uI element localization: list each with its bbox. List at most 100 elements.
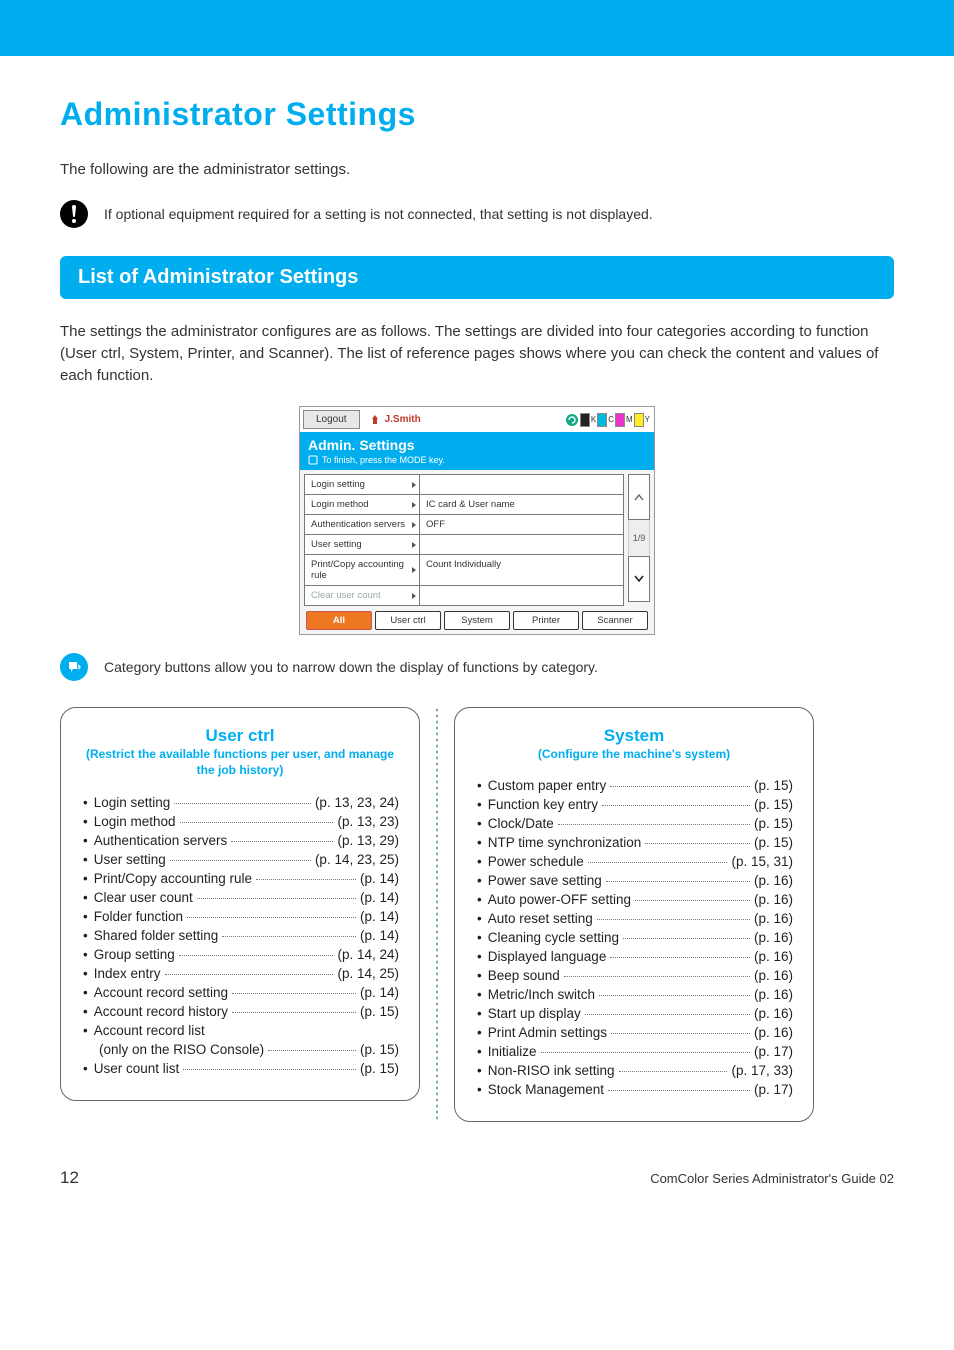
settings-list: Login settingLogin methodIC card & User … (304, 474, 624, 606)
toc-item: •Start up display(p. 16) (475, 1006, 793, 1021)
toc-label: Non-RISO ink setting (488, 1063, 615, 1078)
leader-dots (232, 1012, 356, 1013)
toc-item: • Group setting (p. 14, 24) (81, 947, 399, 962)
toc-page: (p. 15) (754, 797, 793, 812)
user-name: J.Smith (385, 414, 421, 425)
panels-row: User ctrl (Restrict the available functi… (60, 707, 894, 1122)
settings-row-value (420, 475, 623, 494)
toc-page: (p. 15) (754, 835, 793, 850)
toc-item: •Displayed language(p. 16) (475, 949, 793, 964)
logout-button[interactable]: Logout (303, 410, 360, 429)
toc-label: Stock Management (488, 1082, 604, 1097)
toc-page: (p. 14) (360, 928, 399, 943)
doc-label: ComColor Series Administrator's Guide 02 (650, 1171, 894, 1186)
toc-page: (p. 13, 23) (337, 814, 399, 829)
settings-row-value: IC card & User name (420, 495, 623, 514)
settings-row-value (420, 586, 623, 605)
toc-label: Start up display (488, 1006, 581, 1021)
toc-item: •Function key entry(p. 15) (475, 797, 793, 812)
toc-label: Power schedule (488, 854, 584, 869)
toc-page: (p. 14, 25) (337, 966, 399, 981)
bullet-icon: • (83, 1023, 88, 1038)
toc-label: Authentication servers (94, 833, 228, 848)
toc-label: (only on the RISO Console) (99, 1042, 264, 1057)
leader-dots (588, 862, 728, 863)
tab-system[interactable]: System (444, 611, 510, 630)
leader-dots (180, 822, 334, 823)
toc-item: •Auto reset setting(p. 16) (475, 911, 793, 926)
toc-item: •Clear user count(p. 14) (81, 890, 399, 905)
toc-item: •Metric/Inch switch(p. 16) (475, 987, 793, 1002)
bullet-icon: • (83, 966, 88, 981)
toc-page: (p. 14) (360, 890, 399, 905)
toc-label: Metric/Inch switch (488, 987, 595, 1002)
settings-row[interactable]: Login setting (305, 475, 623, 495)
toc-item: (only on the RISO Console) (p. 15) (81, 1042, 399, 1057)
settings-row[interactable]: User setting (305, 535, 623, 555)
settings-row[interactable]: Login methodIC card & User name (305, 495, 623, 515)
tab-scanner[interactable]: Scanner (582, 611, 648, 630)
toc-label: User count list (94, 1061, 180, 1076)
toc-page: (p. 15) (360, 1042, 399, 1057)
settings-row[interactable]: Print/Copy accounting ruleCount Individu… (305, 555, 623, 586)
intro-text: The following are the administrator sett… (60, 161, 894, 178)
leader-dots (645, 843, 750, 844)
tab-user-ctrl[interactable]: User ctrl (375, 611, 441, 630)
toc-item: •NTP time synchronization(p. 15) (475, 835, 793, 850)
user-indicator: J.Smith (363, 407, 427, 432)
toc-page: (p. 14) (360, 871, 399, 886)
chevron-right-icon (412, 502, 416, 508)
leader-dots (222, 936, 356, 937)
scroll-down-button[interactable] (628, 556, 650, 602)
toc-page: (p. 14, 24) (337, 947, 399, 962)
leader-dots (197, 898, 356, 899)
toc-label: Beep sound (488, 968, 560, 983)
leader-dots (231, 841, 333, 842)
toc-item: •Account record history(p. 15) (81, 1004, 399, 1019)
toc-label: Initialize (488, 1044, 537, 1059)
toc-item: •Folder function(p. 14) (81, 909, 399, 924)
leader-dots (608, 1090, 750, 1091)
toc-label: Login setting (94, 795, 171, 810)
bullet-icon: • (83, 909, 88, 924)
bullet-icon: • (477, 1006, 482, 1021)
bullet-icon: • (83, 1004, 88, 1019)
page-footer: 12 ComColor Series Administrator's Guide… (60, 1168, 894, 1188)
leader-dots (174, 803, 311, 804)
section-heading: List of Administrator Settings (60, 256, 894, 299)
tab-all[interactable]: All (306, 611, 372, 630)
screen-title: Admin. Settings (300, 432, 654, 455)
leader-dots (635, 900, 750, 901)
toc-item: •Power schedule(p. 15, 31) (475, 854, 793, 869)
ink-y-icon (634, 413, 644, 427)
scroll-up-button[interactable] (628, 474, 650, 520)
chevron-right-icon (412, 542, 416, 548)
bullet-icon: • (477, 987, 482, 1002)
page-title: Administrator Settings (60, 96, 894, 133)
section-body: The settings the administrator configure… (60, 321, 894, 386)
tab-printer[interactable]: Printer (513, 611, 579, 630)
toc-label: Displayed language (488, 949, 607, 964)
toc-page: (p. 13, 23, 24) (315, 795, 399, 810)
bullet-icon: • (477, 873, 482, 888)
leader-dots (619, 1071, 728, 1072)
toc-item: •Account record list (81, 1023, 399, 1038)
toc-item: •Non-RISO ink setting(p. 17, 33) (475, 1063, 793, 1078)
toc-item: •Login method(p. 13, 23) (81, 814, 399, 829)
toc-item: •Auto power-OFF setting(p. 16) (475, 892, 793, 907)
scrollbar: 1/9 (628, 474, 650, 602)
leader-dots (256, 879, 356, 880)
settings-row[interactable]: Clear user count (305, 586, 623, 605)
leader-dots (268, 1050, 356, 1051)
bullet-icon: • (477, 778, 482, 793)
toc-label: Group setting (94, 947, 175, 962)
settings-row-value (420, 535, 623, 554)
chevron-right-icon (412, 593, 416, 599)
toc-page: (p. 16) (754, 930, 793, 945)
chevron-right-icon (412, 522, 416, 528)
bullet-icon: • (83, 947, 88, 962)
toc-item: •Cleaning cycle setting(p. 16) (475, 930, 793, 945)
leader-dots (611, 1033, 750, 1034)
settings-row[interactable]: Authentication serversOFF (305, 515, 623, 535)
bullet-icon: • (477, 1063, 482, 1078)
